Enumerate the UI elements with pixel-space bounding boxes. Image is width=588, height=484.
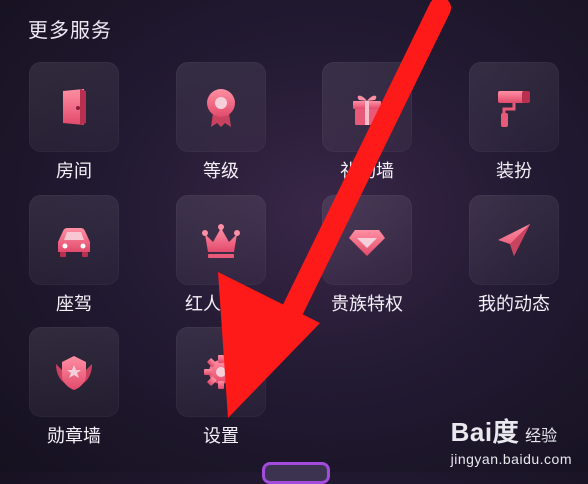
section-title: 更多服务 bbox=[28, 18, 112, 42]
notification-dot bbox=[234, 347, 241, 354]
service-noble-privilege-button[interactable] bbox=[322, 195, 412, 285]
gear-icon bbox=[204, 355, 238, 389]
service-verification-label: 红人认证 bbox=[185, 294, 257, 315]
service-room-button[interactable] bbox=[29, 62, 119, 152]
service-dressup-label: 装扮 bbox=[496, 161, 532, 182]
service-my-posts-button[interactable] bbox=[469, 195, 559, 285]
service-vehicle-button[interactable] bbox=[29, 195, 119, 285]
service-gift-wall-label: 礼物墙 bbox=[340, 161, 394, 182]
watermark-suffix: 经验 bbox=[525, 426, 558, 445]
badge-icon bbox=[56, 356, 92, 390]
paint-roller-icon bbox=[498, 91, 530, 127]
watermark-url: jingyan.baidu.com bbox=[450, 451, 572, 467]
service-gift-wall-button[interactable] bbox=[322, 62, 412, 152]
service-my-posts-label: 我的动态 bbox=[478, 294, 550, 315]
baidu-watermark: Bai度 经验 jingyan.baidu.com bbox=[451, 412, 572, 467]
paper-plane-icon bbox=[498, 224, 530, 256]
bottom-handle[interactable] bbox=[262, 462, 330, 484]
service-vehicle-label: 座驾 bbox=[56, 294, 92, 315]
service-settings-label: 设置 bbox=[203, 426, 239, 447]
service-level-label: 等级 bbox=[203, 161, 239, 182]
service-settings-button[interactable] bbox=[176, 327, 266, 417]
watermark-brand: Bai度 bbox=[450, 417, 520, 447]
service-badge-wall-button[interactable] bbox=[29, 327, 119, 417]
service-noble-privilege-label: 贵族特权 bbox=[331, 294, 403, 315]
service-badge-wall-label: 勋章墙 bbox=[47, 426, 101, 447]
gift-icon bbox=[353, 95, 381, 125]
car-icon bbox=[58, 228, 90, 257]
service-room-label: 房间 bbox=[56, 161, 92, 182]
service-verification-button[interactable] bbox=[176, 195, 266, 285]
service-dressup-button[interactable] bbox=[469, 62, 559, 152]
diamond-icon bbox=[349, 230, 385, 256]
crown-icon bbox=[202, 224, 240, 258]
service-level-button[interactable] bbox=[176, 62, 266, 152]
medal-icon bbox=[207, 89, 235, 127]
door-icon bbox=[63, 89, 86, 125]
